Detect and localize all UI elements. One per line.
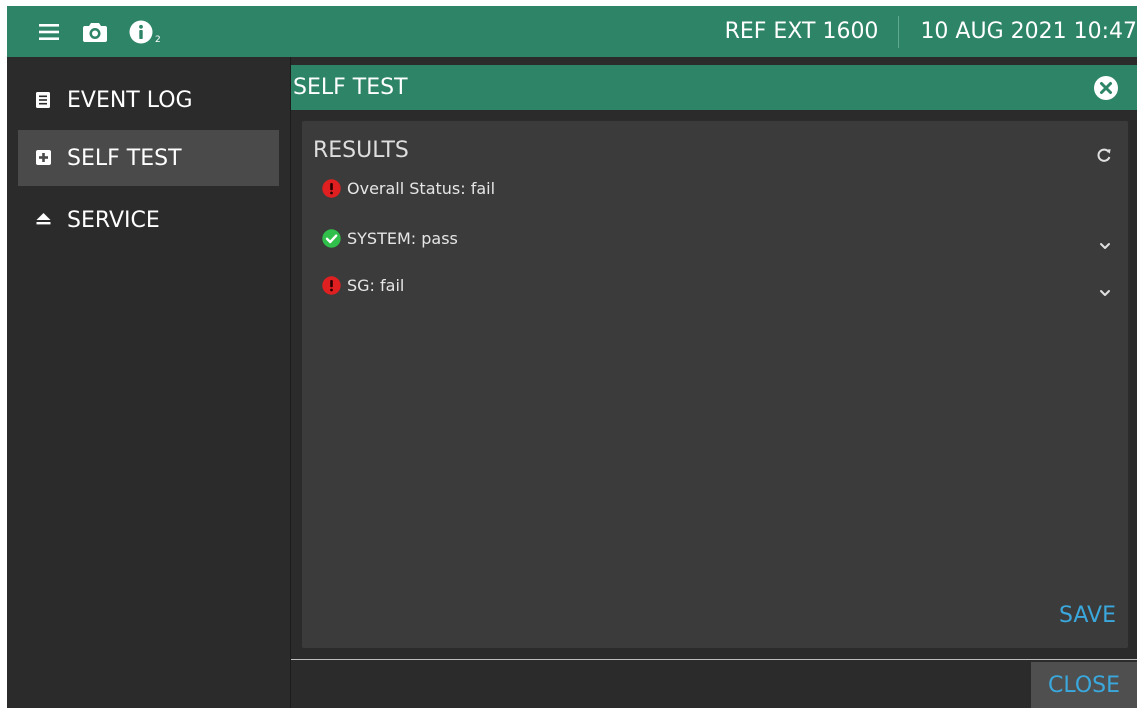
panel-header: SELF TEST: [291, 65, 1137, 110]
chevron-down-icon[interactable]: [1098, 238, 1112, 252]
camera-icon[interactable]: [83, 21, 107, 43]
sidebar-item-label: SELF TEST: [67, 145, 182, 171]
status-label: SG: fail: [347, 276, 405, 295]
chevron-down-icon[interactable]: [1098, 285, 1112, 299]
top-bar-status: REF EXT 1600 10 AUG 2021 10:47: [725, 6, 1137, 57]
plus-square-icon: [36, 150, 52, 166]
status-label: Overall Status: fail: [347, 179, 496, 198]
hamburger-menu-icon[interactable]: [39, 22, 59, 42]
sidebar-item-event-log[interactable]: EVENT LOG: [18, 72, 279, 128]
eject-icon: [36, 212, 52, 228]
info-badge-count: 2: [155, 34, 161, 45]
save-button[interactable]: SAVE: [1059, 603, 1116, 628]
check-circle-icon: [322, 229, 341, 248]
sidebar: EVENT LOG SELF TEST SERVICE: [7, 57, 291, 708]
error-icon: [322, 276, 341, 295]
error-icon: [322, 179, 341, 198]
reference-label: REF EXT 1600: [724, 19, 879, 44]
top-bar-icons: 2: [7, 20, 161, 45]
panel-title: SELF TEST: [293, 75, 408, 100]
sidebar-divider: [290, 57, 291, 708]
sidebar-item-label: EVENT LOG: [67, 87, 193, 113]
footer-divider: [291, 659, 1137, 660]
list-icon: [36, 92, 52, 108]
results-title: RESULTS: [313, 138, 409, 163]
datetime-label: 10 AUG 2021 10:47: [920, 19, 1137, 44]
overall-status-row: Overall Status: fail: [322, 179, 495, 198]
sidebar-item-label: SERVICE: [67, 207, 160, 233]
close-circle-icon[interactable]: [1093, 75, 1119, 101]
refresh-icon[interactable]: [1096, 147, 1112, 163]
results-card: RESULTS Overall Status: fail SYSTEM: pas…: [302, 121, 1128, 648]
sg-status-row[interactable]: SG: fail: [322, 276, 404, 295]
sidebar-item-self-test[interactable]: SELF TEST: [18, 130, 279, 186]
close-button[interactable]: CLOSE: [1031, 662, 1137, 708]
info-icon[interactable]: 2: [129, 20, 161, 45]
top-bar: 2 REF EXT 1600 10 AUG 2021 10:47: [7, 6, 1137, 57]
system-status-row[interactable]: SYSTEM: pass: [322, 229, 458, 248]
app-window: 2 REF EXT 1600 10 AUG 2021 10:47 EVENT L…: [7, 6, 1137, 708]
status-label: SYSTEM: pass: [347, 229, 458, 248]
sidebar-item-service[interactable]: SERVICE: [18, 192, 279, 248]
